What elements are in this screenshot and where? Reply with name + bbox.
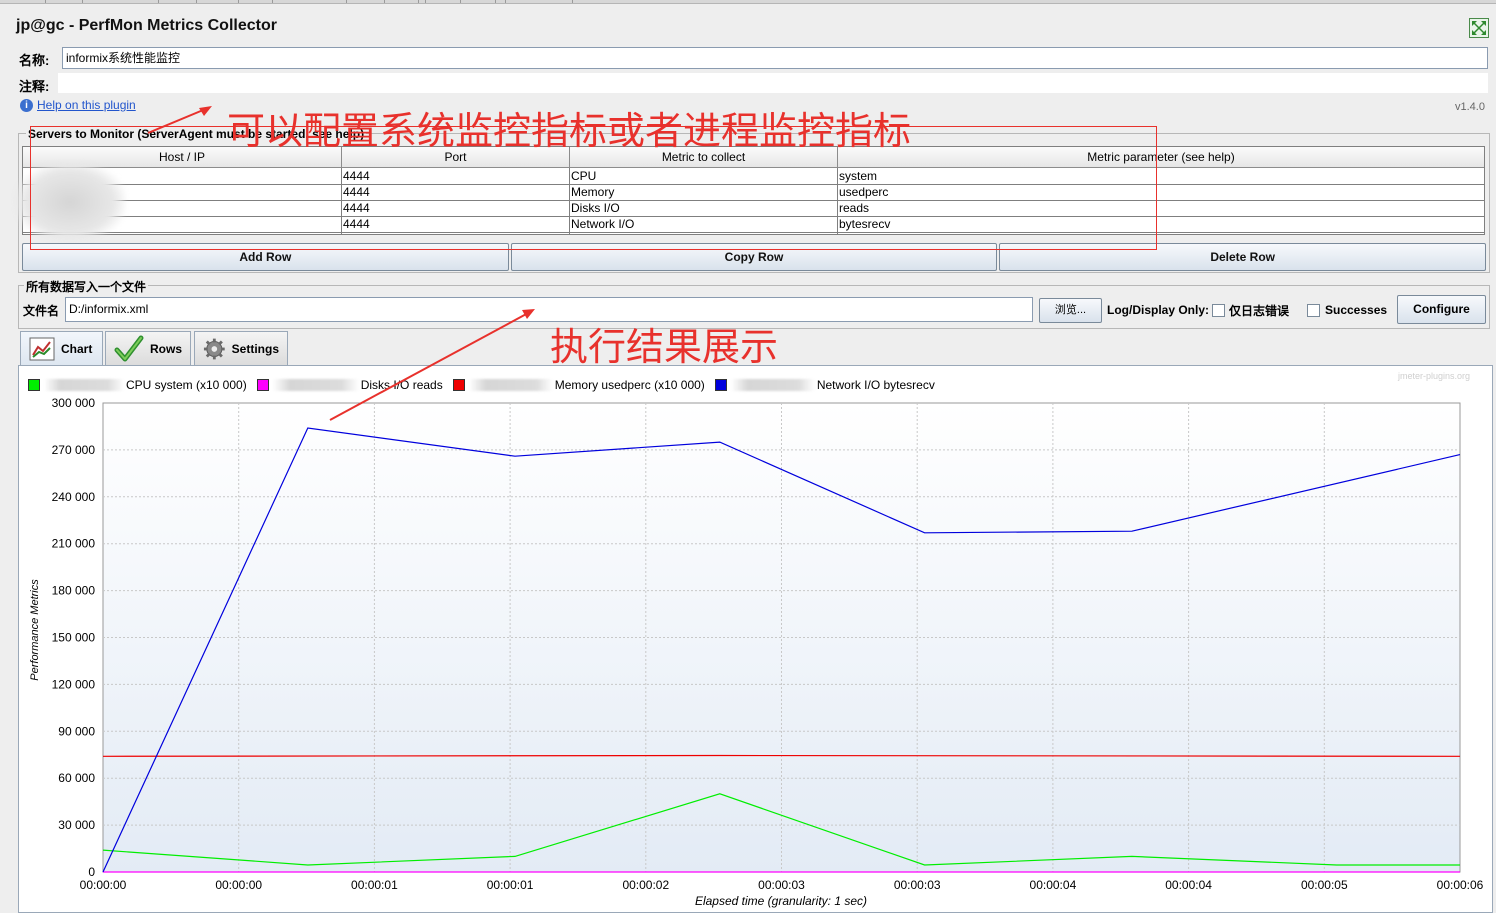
legend-swatch bbox=[28, 379, 40, 391]
legend-item[interactable]: CPU system (x10 000) bbox=[28, 378, 247, 392]
tab-chart-label: Chart bbox=[61, 342, 93, 356]
checkmark-icon bbox=[114, 335, 144, 361]
annotation-bottom: 执行结果展示 bbox=[550, 325, 779, 369]
chart-icon bbox=[29, 337, 55, 361]
gear-icon bbox=[203, 338, 225, 359]
tab-chart[interactable]: Chart bbox=[20, 331, 103, 366]
legend-swatch bbox=[452, 379, 465, 391]
redacted-host-blur bbox=[730, 379, 815, 391]
legend-item[interactable]: Network I/O bytesrecv bbox=[714, 378, 935, 392]
redacted-host-blur bbox=[44, 379, 124, 391]
help-row: i Help on this plugin bbox=[20, 98, 136, 112]
name-input[interactable]: informix系统性能监控 bbox=[62, 47, 1488, 69]
successes-checkbox[interactable] bbox=[1307, 304, 1320, 317]
legend-label: Network I/O bytesrecv bbox=[816, 378, 935, 392]
tab-rows[interactable]: Rows bbox=[105, 331, 191, 365]
comment-label: 注释: bbox=[19, 79, 50, 94]
legend-label: Memory usedperc (x10 000) bbox=[554, 378, 705, 392]
browse-button[interactable]: 浏览... bbox=[1039, 298, 1102, 323]
file-label: 文件名 bbox=[23, 304, 60, 318]
help-link[interactable]: Help on this plugin bbox=[37, 98, 136, 112]
file-section-title: 所有数据写入一个文件 bbox=[24, 278, 149, 295]
expand-icon[interactable] bbox=[1469, 18, 1489, 38]
log-display-label: Log/Display Only: bbox=[1107, 303, 1210, 317]
legend-item[interactable]: Disks I/O reads bbox=[256, 378, 443, 392]
tab-rows-label: Rows bbox=[149, 341, 182, 356]
tab-settings-label: Settings bbox=[231, 341, 279, 356]
version-label: v1.4.0 bbox=[1455, 101, 1485, 113]
name-label: 名称: bbox=[19, 53, 50, 68]
chart-legend: CPU system (x10 000) Disks I/O reads Mem… bbox=[28, 378, 945, 392]
info-icon: i bbox=[20, 98, 33, 112]
legend-label: CPU system (x10 000) bbox=[126, 378, 247, 392]
window-title: jp@gc - PerfMon Metrics Collector bbox=[16, 17, 277, 34]
annotation-top: 可以配置系统监控指标或者进程监控指标 bbox=[227, 109, 912, 153]
legend-swatch bbox=[256, 379, 269, 391]
redacted-host-blur bbox=[272, 379, 359, 391]
watermark: jmeter-plugins.org bbox=[1398, 371, 1471, 381]
legend-swatch bbox=[714, 379, 727, 391]
comment-input[interactable] bbox=[58, 73, 1488, 93]
legend-item[interactable]: Memory usedperc (x10 000) bbox=[452, 378, 705, 392]
configure-button[interactable]: Configure bbox=[1397, 295, 1486, 324]
tab-settings[interactable]: Settings bbox=[194, 331, 288, 365]
errors-only-label: 仅日志错误 bbox=[1229, 304, 1290, 318]
redacted-host-blur bbox=[468, 379, 553, 391]
successes-label: Successes bbox=[1325, 303, 1388, 317]
legend-label: Disks I/O reads bbox=[360, 378, 443, 392]
annotation-arrowhead bbox=[199, 106, 212, 116]
filename-input[interactable]: D:/informix.xml bbox=[65, 297, 1033, 322]
errors-only-checkbox[interactable] bbox=[1212, 304, 1225, 317]
chart-panel bbox=[18, 365, 1493, 913]
top-tab-strip bbox=[0, 0, 1496, 4]
